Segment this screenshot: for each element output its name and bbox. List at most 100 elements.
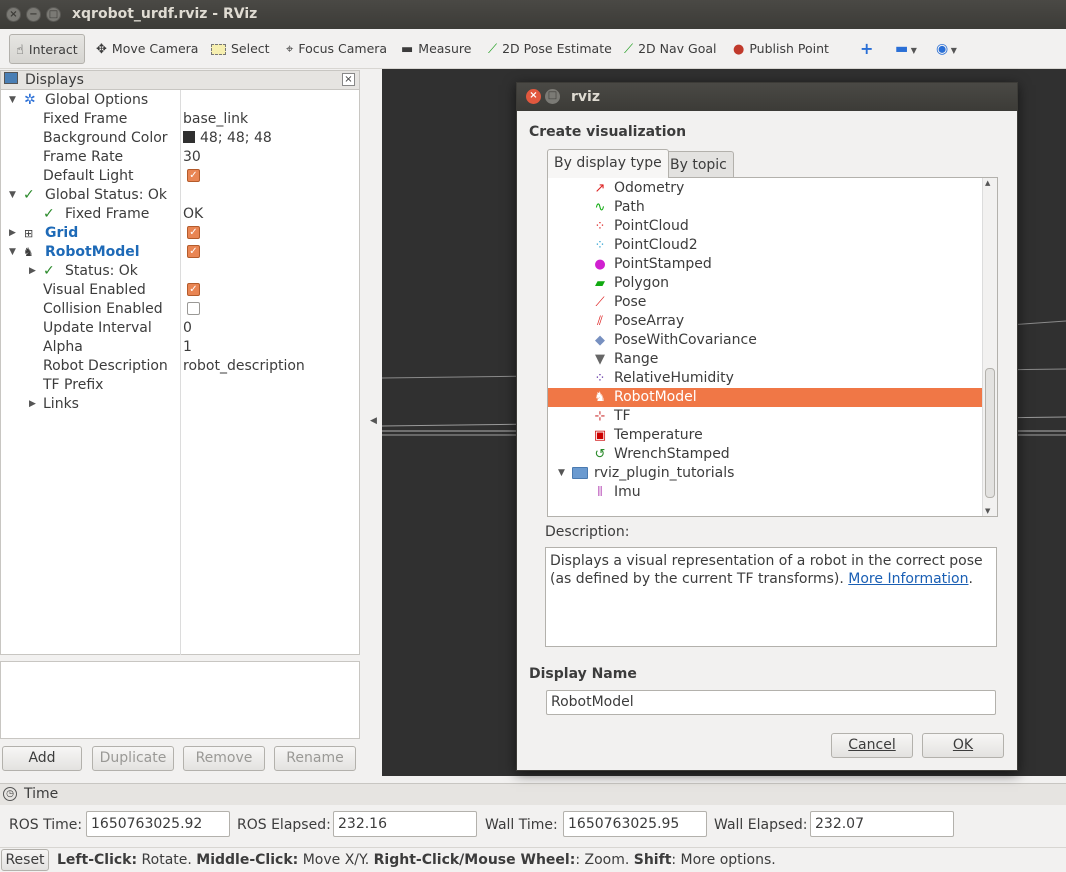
expand-arrow-icon[interactable]: ▼ (9, 91, 16, 110)
nav-goal-tool-button[interactable]: ⟋ 2D Nav Goal (624, 34, 717, 64)
nav-goal-label: 2D Nav Goal (638, 41, 717, 56)
focus-camera-label: Focus Camera (298, 41, 388, 56)
display-type-list[interactable]: ▲ ▼ ↗ Odometry ∿ Path ⁘ PointCloud ⁘ PointCloud… (547, 177, 998, 517)
tree-row-tf-prefix[interactable]: TF Prefix (1, 376, 359, 395)
view-eye-icon[interactable]: ◉ ▼ (936, 34, 957, 64)
list-item-polygon[interactable]: ▰ Polygon (548, 274, 982, 293)
tree-row-visual-enabled[interactable]: Visual Enabled ✓ (1, 281, 359, 300)
tree-row-robot-model[interactable]: ▼ ♞ RobotModel ✓ (1, 243, 359, 262)
dialog-close-icon[interactable]: × (526, 89, 541, 104)
list-item-robotmodel[interactable]: ♞ RobotModel (548, 388, 982, 407)
status-fixed-frame-label: Fixed Frame (65, 206, 150, 222)
cancel-button[interactable]: Cancel (831, 733, 913, 758)
tree-row-links[interactable]: ▶ Links (1, 395, 359, 414)
tree-row-robot-description[interactable]: Robot Description robot_description (1, 357, 359, 376)
list-item-temperature[interactable]: ▣ Temperature (548, 426, 982, 445)
ros-time-field[interactable]: 1650763025.92 (86, 811, 230, 837)
close-window-icon[interactable]: × (6, 7, 21, 22)
displays-panel-header: Displays × (0, 70, 360, 90)
tree-row-collision-enabled[interactable]: Collision Enabled (1, 300, 359, 319)
wall-elapsed-field[interactable]: 232.07 (810, 811, 954, 837)
collision-enabled-checkbox[interactable] (187, 301, 200, 315)
maximize-window-icon[interactable]: □ (46, 7, 61, 22)
rename-display-button[interactable]: Rename (274, 746, 356, 771)
visual-enabled-checkbox[interactable]: ✓ (187, 282, 200, 296)
tree-row-global-status[interactable]: ▼ ✓ Global Status: Ok (1, 186, 359, 205)
close-panel-icon[interactable]: × (342, 73, 355, 86)
collapse-panel-handle-icon[interactable]: ◀ (370, 416, 377, 426)
list-item-posewithcovariance[interactable]: ◆ PoseWithCovariance (548, 331, 982, 350)
collapse-arrow-icon[interactable]: ▶ (29, 395, 36, 414)
list-item-pointstamped[interactable]: ● PointStamped (548, 255, 982, 274)
tree-row-fixed-frame[interactable]: Fixed Frame base_link (1, 110, 359, 129)
interact-tool-button[interactable]: ☝ Interact (9, 34, 85, 64)
robot-description-value[interactable]: robot_description (183, 357, 305, 376)
reset-button[interactable]: Reset (1, 849, 49, 871)
tree-row-grid[interactable]: ▶ ⊞ Grid ✓ (1, 224, 359, 243)
robot-model-checkbox[interactable]: ✓ (187, 244, 200, 258)
minimize-window-icon[interactable]: − (26, 7, 41, 22)
add-display-button[interactable]: Add (2, 746, 82, 771)
displays-tree: ▼ ✲ Global Options Fixed Frame base_link… (0, 90, 360, 655)
list-item-pose[interactable]: ⟋ Pose (548, 293, 982, 312)
tree-row-background-color[interactable]: Background Color 48; 48; 48 (1, 129, 359, 148)
focus-camera-tool-button[interactable]: ⌖ Focus Camera (286, 34, 387, 64)
ok-button[interactable]: OK (922, 733, 1004, 758)
tree-row-status-fixed-frame[interactable]: ✓ Fixed Frame OK (1, 205, 359, 224)
list-scrollbar[interactable]: ▲ ▼ (982, 178, 997, 516)
scroll-up-icon[interactable]: ▲ (985, 179, 990, 187)
list-folder-rviz-plugin-tutorials[interactable]: ▼ rviz_plugin_tutorials (548, 464, 982, 483)
scroll-down-icon[interactable]: ▼ (985, 507, 990, 515)
tree-row-frame-rate[interactable]: Frame Rate 30 (1, 148, 359, 167)
list-item-range[interactable]: ▼ Range (548, 350, 982, 369)
list-item-relativehumidity[interactable]: ⁘ RelativeHumidity (548, 369, 982, 388)
expand-arrow-icon[interactable]: ▼ (558, 464, 565, 483)
frame-rate-value[interactable]: 30 (183, 148, 201, 167)
tab-by-topic[interactable]: By topic (663, 151, 734, 179)
pose-estimate-tool-button[interactable]: ⟋ 2D Pose Estimate (488, 34, 612, 64)
expand-arrow-icon[interactable]: ▼ (9, 243, 16, 262)
collapse-arrow-icon[interactable]: ▶ (29, 262, 36, 281)
pose-estimate-label: 2D Pose Estimate (502, 41, 612, 56)
alpha-value[interactable]: 1 (183, 338, 192, 357)
select-tool-button[interactable]: Select (211, 34, 270, 64)
fixed-frame-value[interactable]: base_link (183, 110, 248, 129)
grid-checkbox[interactable]: ✓ (187, 225, 200, 239)
list-item-wrenchstamped[interactable]: ↺ WrenchStamped (548, 445, 982, 464)
publish-point-tool-button[interactable]: ● Publish Point (733, 34, 829, 64)
ros-elapsed-label: ROS Elapsed: (237, 817, 331, 833)
tab-by-display-type[interactable]: By display type (547, 149, 669, 178)
wall-time-field[interactable]: 1650763025.95 (563, 811, 707, 837)
duplicate-display-button[interactable]: Duplicate (92, 746, 174, 771)
tree-row-global-options[interactable]: ▼ ✲ Global Options (1, 91, 359, 110)
measure-tool-button[interactable]: ▬ Measure (401, 34, 471, 64)
more-information-link[interactable]: More Information (848, 571, 968, 587)
list-item-pointcloud[interactable]: ⁘ PointCloud (548, 217, 982, 236)
list-item-odometry[interactable]: ↗ Odometry (548, 179, 982, 198)
list-item-path[interactable]: ∿ Path (548, 198, 982, 217)
list-item-pointcloud2[interactable]: ⁘ PointCloud2 (548, 236, 982, 255)
add-tool-icon[interactable]: + (860, 34, 873, 64)
pointcloud2-icon: ⁘ (594, 238, 606, 253)
background-color-value[interactable]: 48; 48; 48 (183, 129, 272, 148)
status-fixed-frame-value: OK (183, 206, 204, 222)
update-interval-value[interactable]: 0 (183, 319, 192, 338)
tree-row-update-interval[interactable]: Update Interval 0 (1, 319, 359, 338)
display-name-input[interactable]: RobotModel (546, 690, 996, 715)
move-camera-tool-button[interactable]: ✥ Move Camera (96, 34, 198, 64)
ros-elapsed-field[interactable]: 232.16 (333, 811, 477, 837)
dialog-minimize-icon[interactable]: □ (545, 89, 560, 104)
tree-row-default-light[interactable]: Default Light ✓ (1, 167, 359, 186)
list-item-tf[interactable]: ⊹ TF (548, 407, 982, 426)
remove-tool-icon[interactable]: ▬ ▼ (895, 34, 917, 64)
default-light-checkbox[interactable]: ✓ (187, 168, 200, 182)
scrollbar-thumb[interactable] (985, 368, 995, 498)
collapse-arrow-icon[interactable]: ▶ (9, 224, 16, 243)
list-item-imu[interactable]: ⦀ Imu (548, 483, 982, 502)
tree-row-status-ok[interactable]: ▶ ✓ Status: Ok (1, 262, 359, 281)
tree-row-alpha[interactable]: Alpha 1 (1, 338, 359, 357)
remove-display-button[interactable]: Remove (183, 746, 265, 771)
left-click-action: Rotate. (137, 852, 197, 868)
expand-arrow-icon[interactable]: ▼ (9, 186, 16, 205)
list-item-posearray[interactable]: ⫽ PoseArray (548, 312, 982, 331)
